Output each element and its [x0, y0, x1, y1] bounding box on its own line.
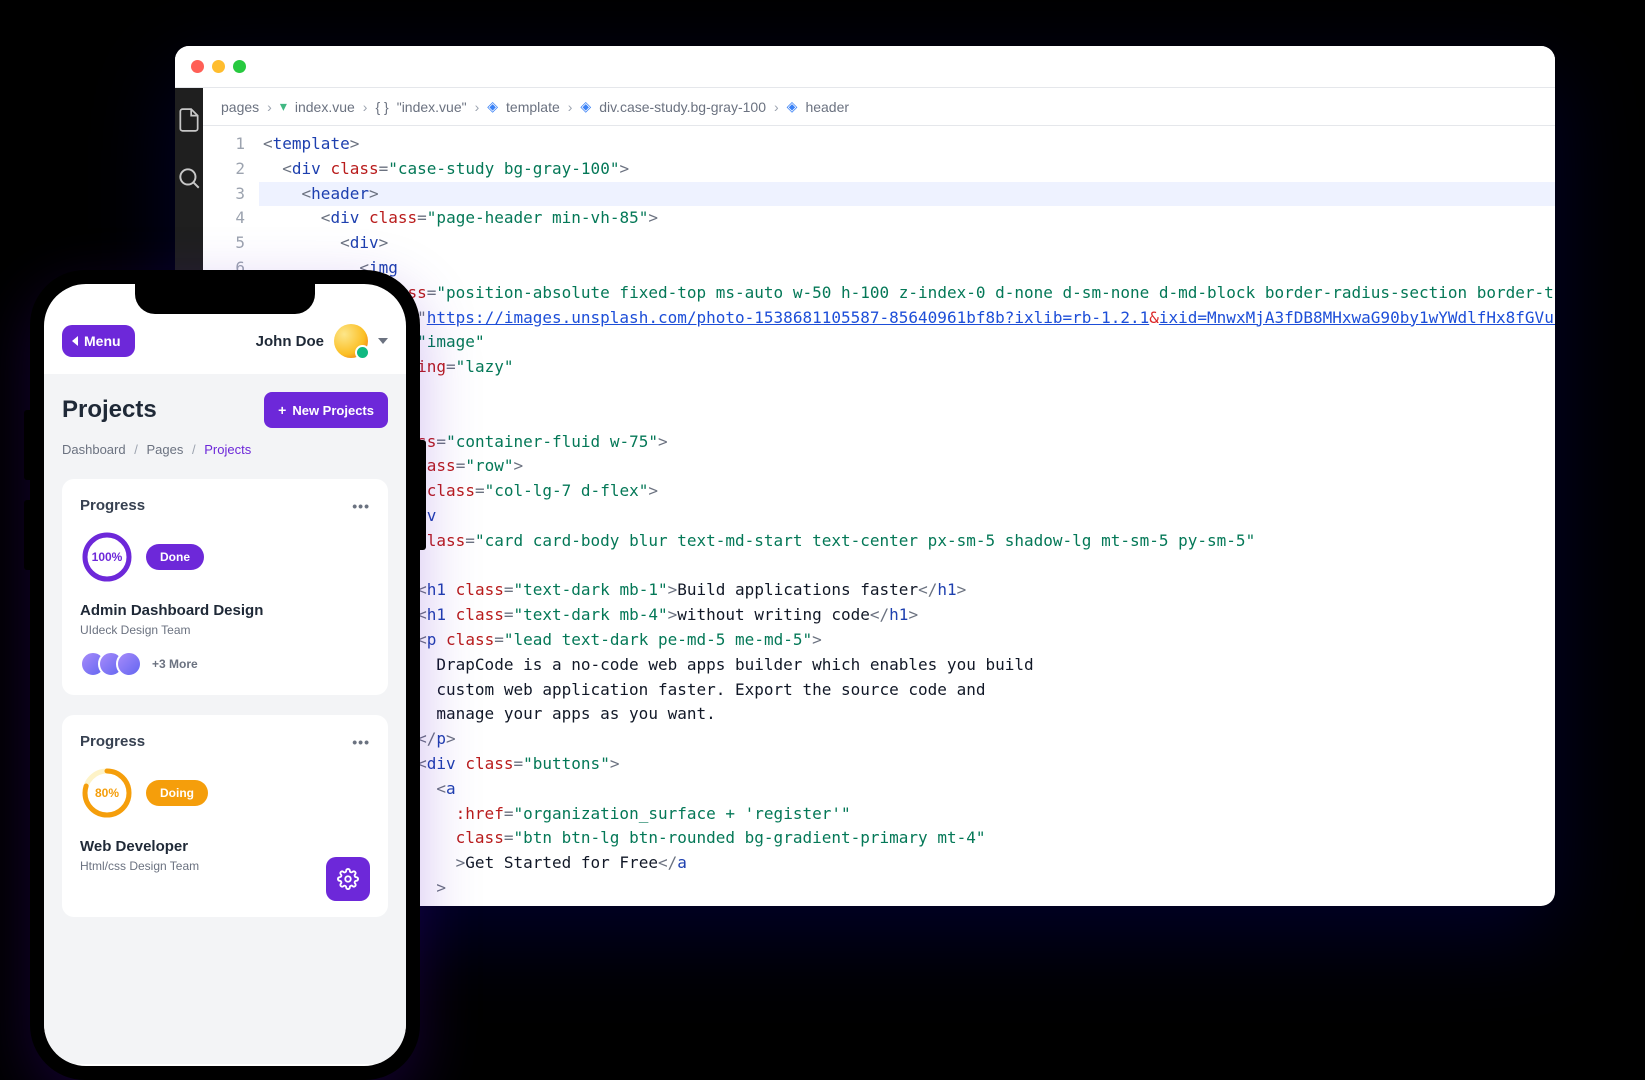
project-card: Progress ••• 100% Done Admin Dashboard D… [62, 479, 388, 695]
chevron-right-icon: › [363, 99, 368, 115]
cube-icon: ◈ [487, 98, 498, 115]
user-name-label: John Doe [256, 333, 324, 350]
card-section-label: Progress [80, 733, 145, 750]
new-projects-label: New Projects [292, 403, 374, 418]
minimize-window-button[interactable] [212, 60, 225, 73]
chevron-right-icon: › [475, 99, 480, 115]
page-title: Projects [62, 396, 157, 424]
breadcrumb-item[interactable]: header [805, 99, 849, 115]
chevron-right-icon: › [267, 99, 272, 115]
close-window-button[interactable] [191, 60, 204, 73]
progress-percent-label: 100% [92, 550, 123, 564]
progress-ring: 80% [80, 766, 134, 820]
chevron-down-icon [378, 338, 388, 344]
progress-percent-label: 80% [95, 786, 119, 800]
status-badge: Done [146, 544, 204, 570]
search-icon[interactable] [175, 164, 203, 192]
breadcrumb-item[interactable]: pages [221, 99, 259, 115]
maximize-window-button[interactable] [233, 60, 246, 73]
user-menu[interactable]: John Doe [256, 324, 388, 358]
avatar [116, 651, 142, 677]
breadcrumb-item[interactable]: Projects [204, 442, 251, 457]
explorer-icon[interactable] [175, 106, 203, 134]
project-settings-button[interactable] [326, 857, 370, 901]
breadcrumb: Dashboard / Pages / Projects [62, 442, 388, 457]
card-more-menu[interactable]: ••• [352, 498, 370, 514]
chevron-right-icon: › [774, 99, 779, 115]
breadcrumb-item[interactable]: "index.vue" [397, 99, 467, 115]
status-badge: Doing [146, 780, 208, 806]
code-area[interactable]: <template> <div class="case-study bg-gra… [259, 126, 1555, 906]
chevron-right-icon: › [568, 99, 573, 115]
project-team: UIdeck Design Team [80, 623, 370, 637]
avatar [334, 324, 368, 358]
breadcrumb-item[interactable]: Pages [146, 442, 183, 457]
menu-button[interactable]: Menu [62, 325, 135, 357]
card-section-label: Progress [80, 497, 145, 514]
vue-icon: ▾ [280, 98, 287, 115]
phone-mockup: Menu John Doe Projects + New Projects Da… [30, 270, 420, 1080]
breadcrumb-item[interactable]: template [506, 99, 560, 115]
cube-icon: ◈ [580, 98, 591, 115]
project-name: Web Developer [80, 838, 370, 855]
breadcrumb-item[interactable]: div.case-study.bg-gray-100 [599, 99, 766, 115]
new-projects-button[interactable]: + New Projects [264, 392, 388, 428]
editor-breadcrumb[interactable]: pages › ▾ index.vue › { } "index.vue" › … [203, 88, 1555, 126]
gear-icon [337, 868, 359, 890]
phone-notch [135, 284, 315, 314]
cube-icon: ◈ [787, 98, 798, 115]
breadcrumb-item[interactable]: index.vue [295, 99, 355, 115]
window-traffic-lights [175, 46, 1555, 88]
json-braces-icon: { } [375, 99, 388, 115]
plus-icon: + [278, 402, 286, 418]
project-name: Admin Dashboard Design [80, 602, 370, 619]
progress-ring: 100% [80, 530, 134, 584]
members-more-label[interactable]: +3 More [152, 657, 198, 671]
card-more-menu[interactable]: ••• [352, 734, 370, 750]
project-card: Progress ••• 80% Doing Web Developer Htm… [62, 715, 388, 917]
chevron-left-icon [72, 336, 78, 346]
menu-button-label: Menu [84, 333, 121, 349]
breadcrumb-item[interactable]: Dashboard [62, 442, 126, 457]
member-avatars[interactable] [80, 651, 142, 677]
